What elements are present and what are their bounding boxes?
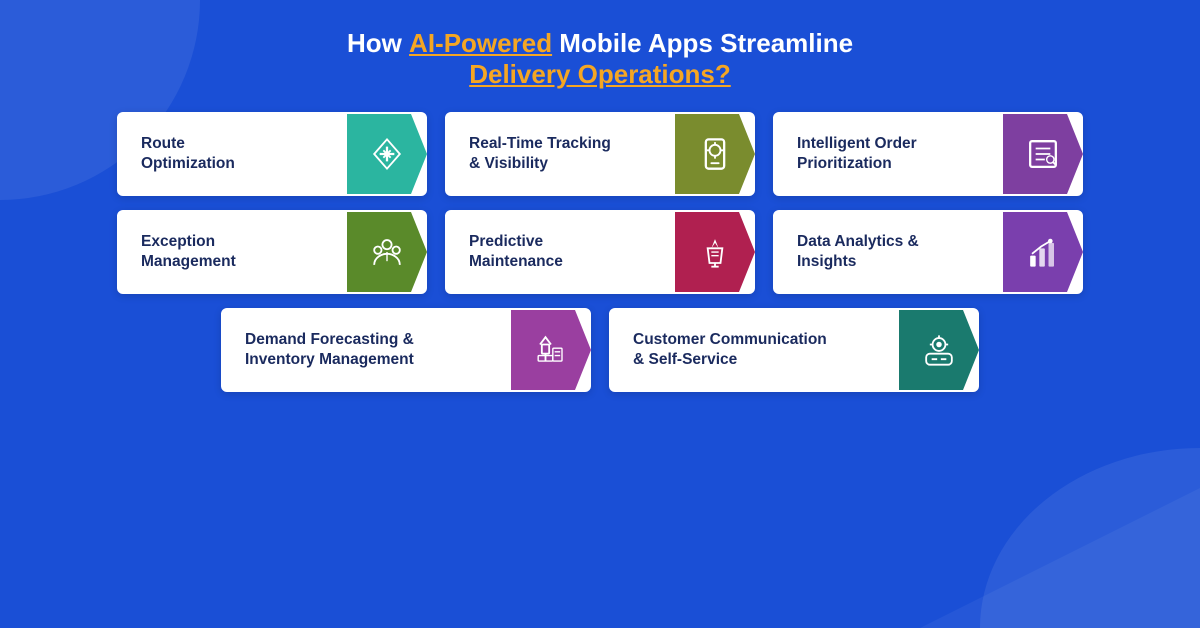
page-title: How AI-Powered Mobile Apps Streamline De… [347,28,853,90]
card-label-maintenance: PredictiveMaintenance [447,218,675,286]
card-data-analytics: Data Analytics &Insights [773,210,1083,294]
card-label-route: RouteOptimization [119,120,347,188]
card-label-communication: Customer Communication& Self-Service [611,316,899,384]
route-icon [347,114,427,194]
title-highlight: AI-Powered [409,28,552,58]
title-line2: Delivery Operations? [347,59,853,90]
communication-icon [899,310,979,390]
row-3: Demand Forecasting &Inventory Management… [40,308,1160,392]
card-predictive-maintenance: PredictiveMaintenance [445,210,755,294]
card-label-tracking: Real-Time Tracking& Visibility [447,120,675,188]
card-intelligent-order: Intelligent OrderPrioritization [773,112,1083,196]
card-realtime-tracking: Real-Time Tracking& Visibility [445,112,755,196]
card-label-forecasting: Demand Forecasting &Inventory Management [223,316,511,384]
maintenance-icon [675,212,755,292]
exception-icon [347,212,427,292]
card-label-order: Intelligent OrderPrioritization [775,120,1003,188]
title-line1: How AI-Powered Mobile Apps Streamline [347,28,853,59]
card-demand-forecasting: Demand Forecasting &Inventory Management [221,308,591,392]
analytics-icon [1003,212,1083,292]
main-container: How AI-Powered Mobile Apps Streamline De… [0,0,1200,412]
card-label-exception: ExceptionManagement [119,218,347,286]
card-customer-communication: Customer Communication& Self-Service [609,308,979,392]
card-label-analytics: Data Analytics &Insights [775,218,1003,286]
order-icon [1003,114,1083,194]
tracking-icon [675,114,755,194]
row-2: ExceptionManagement PredictiveMaintenanc… [40,210,1160,294]
row-1: RouteOptimization Real-Time Tracking& Vi… [40,112,1160,196]
card-exception-management: ExceptionManagement [117,210,427,294]
forecasting-icon [511,310,591,390]
cards-grid: RouteOptimization Real-Time Tracking& Vi… [40,112,1160,392]
card-route-optimization: RouteOptimization [117,112,427,196]
